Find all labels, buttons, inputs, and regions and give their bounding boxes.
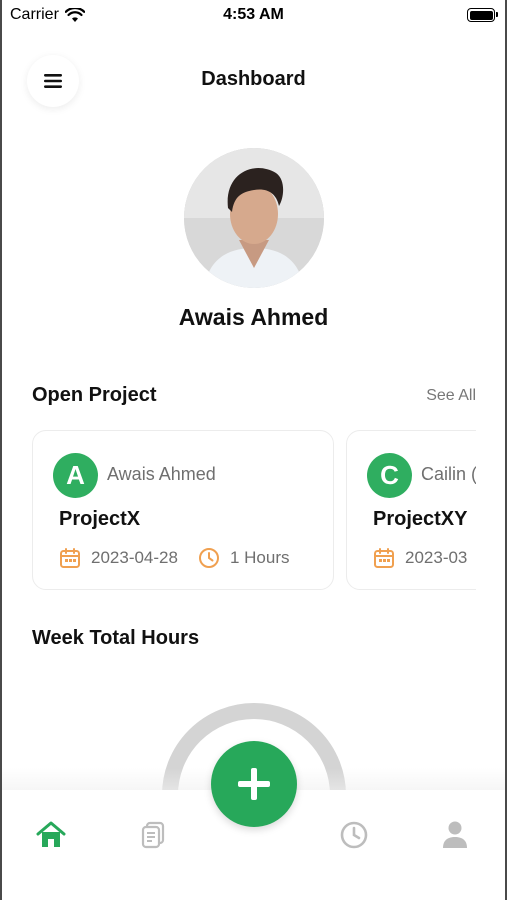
avatar[interactable]	[184, 148, 324, 288]
profile-icon	[443, 821, 467, 848]
home-icon	[36, 821, 66, 847]
project-card[interactable]: C Cailin ( ProjectXY 2023-03	[346, 430, 476, 590]
clock-icon	[340, 821, 368, 849]
owner-name: Awais Ahmed	[107, 464, 216, 484]
tab-profile[interactable]	[438, 818, 472, 852]
documents-icon	[141, 821, 165, 849]
clock-icon	[198, 547, 220, 569]
project-date: 2023-04-28	[91, 548, 178, 567]
project-card[interactable]: A Awais Ahmed ProjectX 2023-04-28 1 Hour…	[32, 430, 334, 590]
tab-home[interactable]	[34, 818, 68, 852]
project-name: ProjectXY	[373, 508, 468, 530]
project-date: 2023-03	[405, 548, 468, 567]
status-time: 4:53 AM	[223, 6, 284, 23]
tab-history[interactable]	[337, 818, 371, 852]
status-bar: Carrier 4:53 AM	[0, 0, 507, 32]
week-total-title: Week Total Hours	[32, 627, 200, 649]
project-meta: 2023-03	[373, 547, 467, 569]
project-meta: 2023-04-28 1 Hours	[59, 547, 290, 569]
tab-documents[interactable]	[136, 818, 170, 852]
profile-photo	[184, 148, 324, 288]
project-hours: 1 Hours	[229, 548, 290, 567]
battery-level	[469, 10, 493, 20]
calendar-icon	[59, 547, 81, 569]
page-title: Dashboard	[201, 68, 306, 90]
owner-avatar: A	[53, 453, 98, 498]
plus-icon	[238, 768, 270, 800]
battery-icon	[467, 8, 498, 22]
owner-avatar: C	[367, 453, 412, 498]
add-button[interactable]	[211, 741, 297, 827]
open-project-carousel[interactable]: A Awais Ahmed ProjectX 2023-04-28 1 Hour…	[32, 430, 476, 592]
profile-name: Awais Ahmed	[178, 304, 329, 330]
open-project-title: Open Project	[32, 384, 157, 406]
see-all-link[interactable]: See All	[426, 387, 476, 405]
owner-name: Cailin (	[421, 464, 476, 484]
calendar-icon	[373, 547, 395, 569]
project-name: ProjectX	[59, 508, 141, 530]
